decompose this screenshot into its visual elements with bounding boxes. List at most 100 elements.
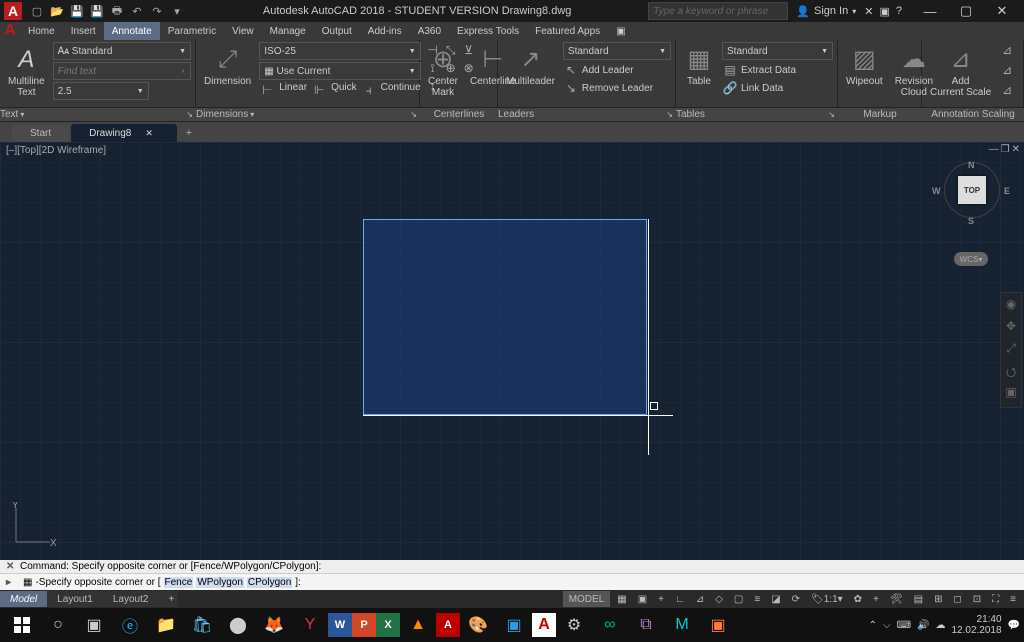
compass-s[interactable]: S xyxy=(968,216,974,226)
text-height-input[interactable]: 2.5▼ xyxy=(53,82,149,100)
app-logo[interactable]: A xyxy=(4,2,22,20)
new-tab-button[interactable]: + xyxy=(179,124,199,142)
cycling-icon[interactable]: ⟳ xyxy=(788,591,804,607)
status-modelspace[interactable]: MODEL xyxy=(563,591,611,607)
arduino-icon[interactable]: ∞ xyxy=(592,610,628,640)
ucs-icon[interactable]: Y X xyxy=(10,502,56,548)
panel-title-centerlines[interactable]: Centerlines xyxy=(420,109,498,120)
vp-minimize-icon[interactable]: — xyxy=(989,144,999,155)
doc-tab-start[interactable]: Start xyxy=(12,124,69,142)
explorer-icon[interactable]: 📁 xyxy=(148,610,184,640)
fusion-icon[interactable]: ▣ xyxy=(700,610,736,640)
model-viewport[interactable]: [–][Top][2D Wireframe] — ❐ ✕ N E S W TOP… xyxy=(0,142,1024,560)
leader-style-dropdown[interactable]: Standard▼ xyxy=(563,42,671,60)
panel-title-annotation[interactable]: Annotation Scaling xyxy=(922,109,1024,120)
command-input[interactable]: ▸ ▦ -Specify opposite corner or [ Fence … xyxy=(0,574,1024,590)
panel-title-leaders[interactable]: Leaders↘ xyxy=(498,109,676,120)
scale-list-icon[interactable]: ⊿ xyxy=(999,42,1015,58)
isodraft-icon[interactable]: ◇ xyxy=(711,591,727,607)
saveas-icon[interactable]: 💾 xyxy=(88,2,106,20)
maya-icon[interactable]: M xyxy=(664,610,700,640)
sign-in-button[interactable]: 👤 Sign In ▾ xyxy=(796,5,856,18)
tab-a360[interactable]: A360 xyxy=(410,22,449,40)
remove-leader-icon[interactable]: ↘ xyxy=(563,80,579,96)
acrobat-icon[interactable]: A xyxy=(436,613,460,637)
taskview-icon[interactable]: ▣ xyxy=(76,610,112,640)
dimension-button[interactable]: ⤢ Dimension xyxy=(200,42,255,89)
tab-express-tools[interactable]: Express Tools xyxy=(449,22,527,40)
viewport-controls[interactable]: [–][Top][2D Wireframe] xyxy=(6,145,106,156)
panel-title-dimensions[interactable]: Dimensions▾↘ xyxy=(196,109,420,120)
link-data-button[interactable]: Link Data xyxy=(741,83,783,94)
wipeout-button[interactable]: ▨Wipeout xyxy=(842,42,887,89)
tab-parametric[interactable]: Parametric xyxy=(160,22,224,40)
notifications-icon[interactable]: 💬 xyxy=(1008,620,1020,631)
centermark-button[interactable]: ⊕Center Mark xyxy=(424,42,462,100)
store-icon[interactable]: 🛍 xyxy=(184,610,220,640)
edge-icon[interactable]: ⓔ xyxy=(112,610,148,640)
osnap-icon[interactable]: ▢ xyxy=(730,591,747,607)
sync-scale-icon[interactable]: ⊿ xyxy=(999,62,1015,78)
tab-home[interactable]: Home xyxy=(20,22,63,40)
lineweight-icon[interactable]: ≡ xyxy=(750,591,764,607)
qat-more-icon[interactable]: ▾ xyxy=(168,2,186,20)
showmotion-icon[interactable]: ▣ xyxy=(1002,385,1020,403)
system-clock[interactable]: 21:40 12.02.2018 xyxy=(951,614,1001,636)
tab-add-ins[interactable]: Add-ins xyxy=(360,22,410,40)
undo-icon[interactable]: ↶ xyxy=(128,2,146,20)
panel-title-markup[interactable]: Markup xyxy=(838,109,922,120)
zoom-extents-icon[interactable]: ⤢ xyxy=(1002,341,1020,359)
linear-button[interactable]: Linear xyxy=(279,82,307,98)
a360-icon[interactable]: ▣ xyxy=(879,5,889,18)
extract-data-icon[interactable]: ▤ xyxy=(722,62,738,78)
remove-leader-button[interactable]: Remove Leader xyxy=(582,83,653,94)
tab-manage[interactable]: Manage xyxy=(262,22,314,40)
multileader-button[interactable]: ↗Multileader xyxy=(502,42,559,89)
lock-ui-icon[interactable]: ⊞ xyxy=(930,591,946,607)
panel-title-text[interactable]: Text▾↘ xyxy=(0,109,196,120)
compass-n[interactable]: N xyxy=(968,160,975,170)
tab-model[interactable]: Model xyxy=(0,591,47,607)
util-icon[interactable]: ⚙ xyxy=(556,610,592,640)
option-fence[interactable]: Fence xyxy=(164,577,194,588)
redo-icon[interactable]: ↷ xyxy=(148,2,166,20)
panel-title-tables[interactable]: Tables↘ xyxy=(676,109,838,120)
maximize-button[interactable]: ▢ xyxy=(948,0,984,22)
exchange-icon[interactable]: ✕ xyxy=(864,5,873,18)
add-leader-button[interactable]: Add Leader xyxy=(582,65,634,76)
open-icon[interactable]: 📂 xyxy=(48,2,66,20)
tab-layout1[interactable]: Layout1 xyxy=(47,591,103,607)
add-leader-icon[interactable]: ↖ xyxy=(563,62,579,78)
continue-button[interactable]: Continue xyxy=(381,82,421,98)
workspace-icon[interactable]: ✿ xyxy=(850,591,866,607)
tab-featured-apps[interactable]: Featured Apps xyxy=(527,22,608,40)
language-icon[interactable]: ⌨ xyxy=(897,620,911,631)
table-button[interactable]: ▦Table xyxy=(680,42,718,89)
cmd-handle-icon[interactable]: ▸ xyxy=(6,577,20,588)
recent-icon[interactable]: ▦ xyxy=(23,577,32,588)
onedrive-icon[interactable]: ☁ xyxy=(935,620,945,631)
isolate-icon[interactable]: ◻ xyxy=(949,591,965,607)
add-scale-button[interactable]: ⊿Add Current Scale xyxy=(926,42,995,100)
quick-dim-icon[interactable]: ⊩ xyxy=(311,82,327,98)
minimize-button[interactable]: — xyxy=(912,0,948,22)
volume-icon[interactable]: 🔊 xyxy=(917,620,929,631)
vp-restore-icon[interactable]: ❐ xyxy=(1001,144,1010,155)
compass-w[interactable]: W xyxy=(932,186,941,196)
quick-button[interactable]: Quick xyxy=(331,82,357,98)
scale-update-icon[interactable]: ⊿ xyxy=(999,82,1015,98)
orbit-icon[interactable]: ⭯ xyxy=(1002,363,1020,381)
tray-expand-icon[interactable]: ⌃ xyxy=(869,620,877,631)
tab-pin-icon[interactable]: ▣ xyxy=(608,22,633,40)
polar-icon[interactable]: ⊿ xyxy=(692,591,708,607)
transparency-icon[interactable]: ◪ xyxy=(767,591,784,607)
find-text-input[interactable]: Find text◐ xyxy=(53,62,191,80)
start-button[interactable] xyxy=(4,610,40,640)
text-style-dropdown[interactable]: 🗛 Standard▼ xyxy=(53,42,191,60)
viewcube[interactable]: N E S W TOP WCS ▾ xyxy=(924,162,1014,272)
tab-layout2[interactable]: Layout2 xyxy=(103,591,159,607)
network-icon[interactable]: ⌵ xyxy=(883,620,891,631)
ortho-icon[interactable]: ∟ xyxy=(671,591,689,607)
vs-icon[interactable]: ⧉ xyxy=(628,610,664,640)
option-wpolygon[interactable]: WPolygon xyxy=(196,577,244,588)
